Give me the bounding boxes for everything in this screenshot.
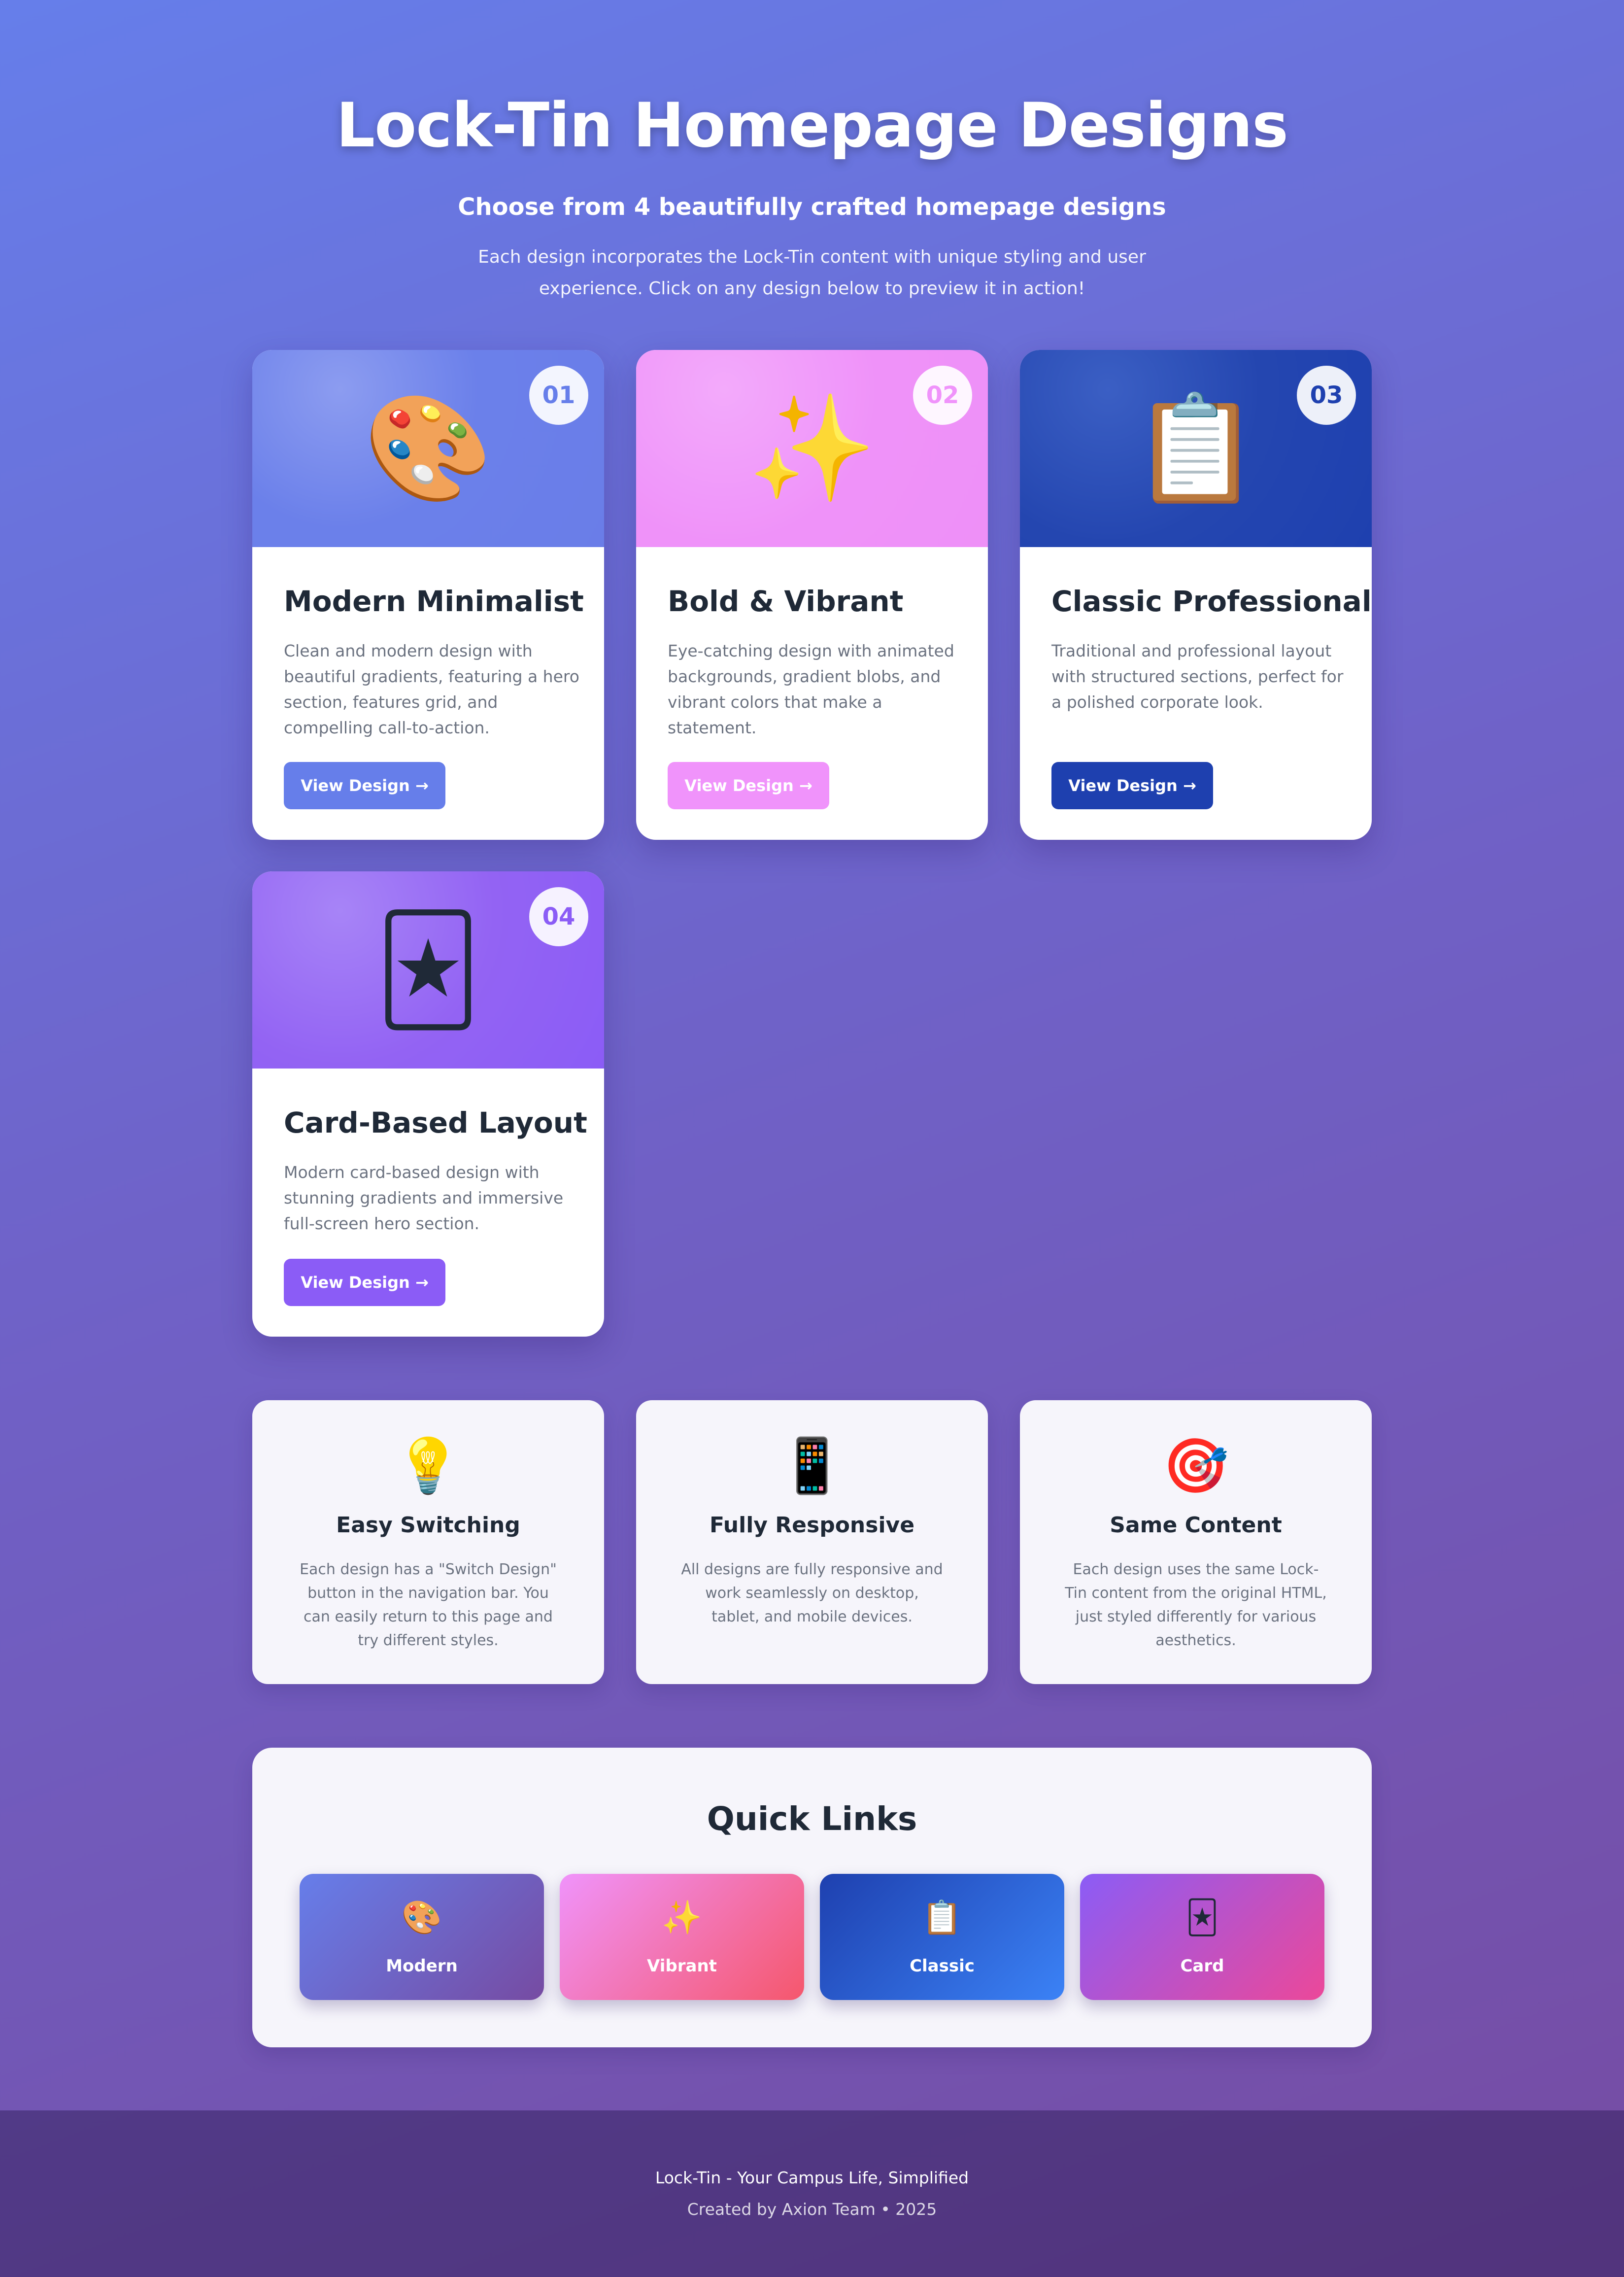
quick-link-label: Modern [386, 1956, 458, 1976]
view-design-button[interactable]: View Design → [1051, 762, 1213, 809]
quick-link-card[interactable]: 🃏 Card [1080, 1874, 1324, 2000]
design-description: Traditional and professional layout with… [1051, 641, 1344, 712]
feature-description: Each design has a "Switch Design" button… [300, 1561, 557, 1649]
quick-link-label: Classic [910, 1956, 975, 1976]
design-card-bold-vibrant[interactable]: ✨ 02 Bold & Vibrant Eye-catching design … [636, 350, 988, 840]
card-banner: 📋 03 [1020, 350, 1372, 547]
view-design-button[interactable]: View Design → [284, 762, 445, 809]
design-description: Eye-catching design with animated backgr… [668, 641, 954, 737]
feature-card-same-content: 🎯 Same Content Each design uses the same… [1020, 1400, 1372, 1684]
clipboard-icon: 📋 [921, 1898, 963, 1936]
joker-card-icon: 🃏 [1185, 1898, 1219, 1936]
footer-credits: Created by Axion Team • 2025 [687, 2200, 937, 2219]
card-banner: 🃏 04 [252, 871, 604, 1069]
design-card-card-based-layout[interactable]: 🃏 04 Card-Based Layout Modern card-based… [252, 871, 604, 1337]
quick-links-panel: Quick Links 🎨 Modern ✨ Vibrant 📋 Classic… [252, 1748, 1372, 2047]
feature-card-easy-switching: 💡 Easy Switching Each design has a "Swit… [252, 1400, 604, 1684]
design-number-badge: 01 [529, 366, 588, 425]
lightbulb-icon: 💡 [395, 1435, 462, 1497]
feature-description: Each design uses the same Lock-Tin conte… [1065, 1561, 1327, 1649]
feature-card-fully-responsive: 📱 Fully Responsive All designs are fully… [636, 1400, 988, 1684]
quick-links-title: Quick Links [707, 1800, 917, 1838]
design-description: Clean and modern design with beautiful g… [284, 641, 579, 737]
design-number-badge: 04 [529, 887, 588, 946]
card-banner: 🎨 01 [252, 350, 604, 547]
feature-title: Easy Switching [336, 1513, 520, 1538]
footer-tagline: Lock-Tin - Your Campus Life, Simplified [655, 2168, 969, 2187]
design-description: Modern card-based design with stunning g… [284, 1163, 564, 1233]
card-banner: ✨ 02 [636, 350, 988, 547]
design-title: Classic Professional [1051, 585, 1372, 618]
view-design-button[interactable]: View Design → [284, 1259, 445, 1306]
quick-link-classic[interactable]: 📋 Classic [820, 1874, 1064, 2000]
design-title: Bold & Vibrant [668, 585, 904, 618]
feature-title: Same Content [1110, 1513, 1282, 1538]
quick-link-label: Card [1180, 1956, 1224, 1976]
page-description: Each design incorporates the Lock-Tin co… [478, 247, 1146, 299]
design-number-badge: 03 [1297, 366, 1356, 425]
footer: Lock-Tin - Your Campus Life, Simplified … [0, 2110, 1624, 2277]
design-number-badge: 02 [913, 366, 972, 425]
target-icon: 🎯 [1162, 1435, 1229, 1497]
sparkles-icon: ✨ [661, 1898, 703, 1936]
quick-link-modern[interactable]: 🎨 Modern [300, 1874, 544, 2000]
mobile-phone-icon: 📱 [778, 1435, 846, 1497]
quick-link-vibrant[interactable]: ✨ Vibrant [560, 1874, 804, 2000]
view-design-button[interactable]: View Design → [668, 762, 829, 809]
page-title: Lock-Tin Homepage Designs [336, 90, 1288, 161]
page: Lock-Tin Homepage Designs Choose from 4 … [0, 0, 1624, 2277]
page-subtitle: Choose from 4 beautifully crafted homepa… [458, 193, 1166, 221]
design-title: Modern Minimalist [284, 585, 584, 618]
palette-icon: 🎨 [401, 1898, 442, 1936]
feature-description: All designs are fully responsive and wor… [681, 1561, 943, 1625]
feature-title: Fully Responsive [709, 1513, 915, 1538]
quick-link-label: Vibrant [647, 1956, 717, 1976]
design-card-modern-minimalist[interactable]: 🎨 01 Modern Minimalist Clean and modern … [252, 350, 604, 840]
design-card-classic-professional[interactable]: 📋 03 Classic Professional Traditional an… [1020, 350, 1372, 840]
design-title: Card-Based Layout [284, 1106, 587, 1139]
